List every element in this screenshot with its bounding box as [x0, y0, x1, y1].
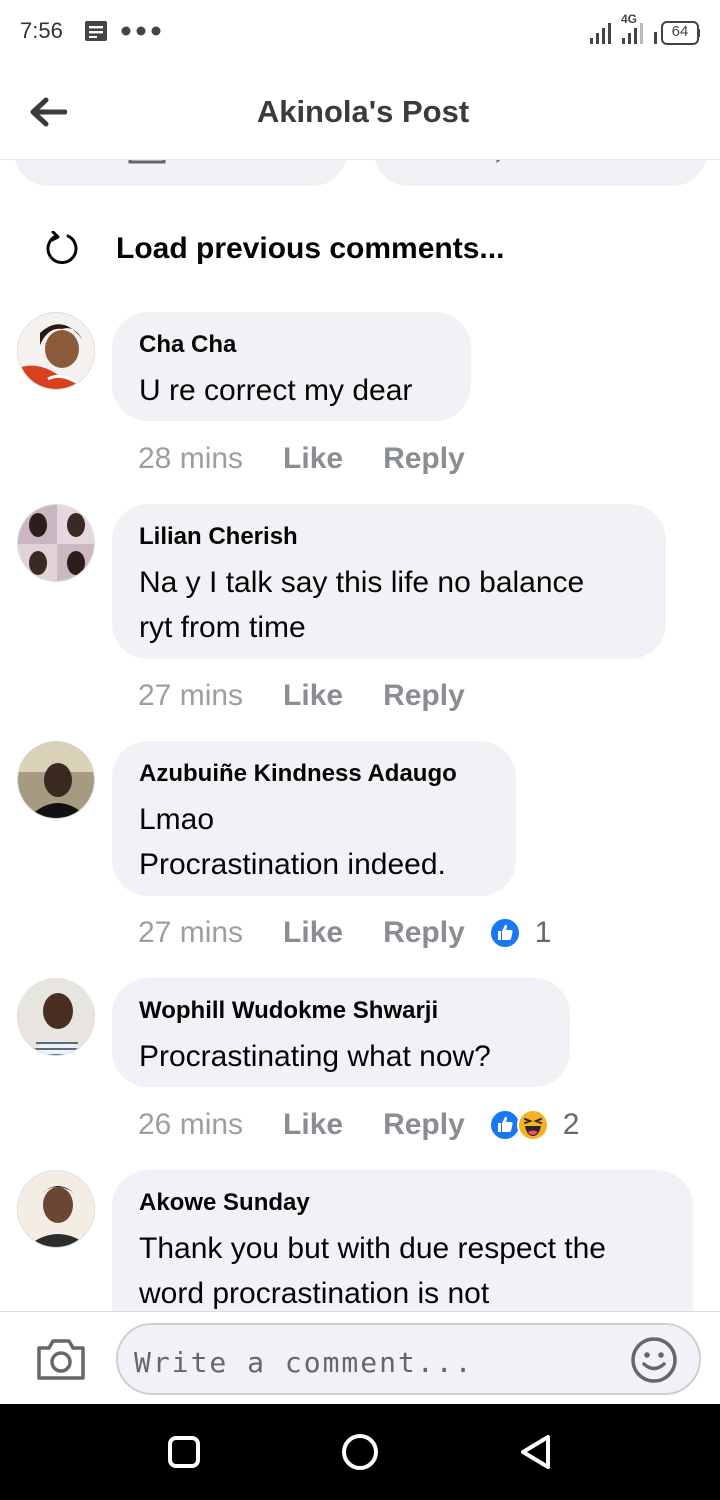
like-button[interactable]: Like: [283, 679, 343, 713]
comment-meta: 26 mins Like Reply 2: [138, 1105, 579, 1145]
comment-time: 27 mins: [138, 916, 244, 949]
recent-apps-icon: [168, 1436, 200, 1468]
emoji-icon: [631, 1337, 677, 1383]
comment-author[interactable]: Cha Cha: [139, 330, 444, 360]
network-type: 4G: [621, 12, 638, 26]
recent-apps-button[interactable]: [164, 1432, 204, 1472]
comment-text: word procrastination is not: [139, 1277, 490, 1310]
reply-button[interactable]: Reply: [383, 679, 465, 713]
reaction-count: 2: [562, 1108, 580, 1141]
camera-icon: [37, 1339, 85, 1380]
load-previous-label: Load previous comments...: [116, 232, 505, 265]
comment-text: Thank you but with due respect the: [139, 1232, 606, 1265]
battery-level: 64: [671, 23, 689, 40]
home-button[interactable]: [340, 1432, 380, 1472]
comment-text: Procrastinating what now?: [139, 1040, 491, 1073]
status-time: 7:56: [20, 18, 63, 43]
comment-bubble[interactable]: Lilian Cherish Na y I talk say this life…: [112, 504, 666, 659]
comment-meta: 27 mins Like Reply 1: [138, 913, 551, 953]
comment-bubble[interactable]: Wophill Wudokme Shwarji Procrastinating …: [112, 978, 570, 1087]
status-indicators: 4G 64: [590, 12, 700, 48]
comment-text: Lmao: [139, 803, 215, 836]
refresh-icon: [46, 231, 78, 265]
comment-meta: 27 mins Like Reply: [138, 676, 465, 716]
comment-bubble[interactable]: Cha Cha U re correct my dear: [112, 312, 471, 421]
comment-author[interactable]: Akowe Sunday: [139, 1188, 666, 1218]
more-dots-icon: [120, 10, 162, 46]
home-icon: [342, 1434, 378, 1470]
reaction-summary[interactable]: 2: [488, 1108, 580, 1142]
comment-text: U re correct my dear: [139, 374, 413, 407]
back-nav-button[interactable]: [516, 1432, 556, 1472]
comment-author[interactable]: Lilian Cherish: [139, 522, 639, 552]
page-title: Akinola's Post: [256, 94, 470, 129]
like-button[interactable]: Like: [283, 916, 343, 950]
avatar[interactable]: [17, 504, 95, 582]
comment-input[interactable]: Write a comment...: [116, 1323, 701, 1395]
avatar[interactable]: [17, 1170, 95, 1248]
system-navigation-bar: [0, 1404, 720, 1500]
comment-text: Procrastination indeed.: [139, 848, 446, 881]
comment-time: 26 mins: [138, 1108, 244, 1141]
comment-input-placeholder: Write a comment...: [134, 1346, 474, 1379]
reply-button[interactable]: Reply: [383, 1108, 465, 1142]
avatar[interactable]: [17, 312, 95, 390]
like-button[interactable]: Like: [283, 442, 343, 476]
like-button[interactable]: Like: [283, 1108, 343, 1142]
avatar[interactable]: [17, 978, 95, 1056]
reaction-summary[interactable]: 1: [488, 916, 552, 950]
emoji-button[interactable]: [629, 1335, 679, 1385]
back-triangle-icon: [521, 1435, 550, 1469]
comment-text: ryt from time: [139, 611, 306, 644]
header: Akinola's Post: [0, 64, 720, 160]
comment-text: Na y I talk say this life no balance: [139, 566, 585, 599]
haha-reaction-icon: [516, 1109, 549, 1141]
comment-bubble[interactable]: Azubuiñe Kindness Adaugo Lmao Procrastin…: [112, 741, 516, 896]
document-icon: [84, 20, 108, 42]
camera-button[interactable]: [35, 1336, 87, 1382]
comment-meta: 28 mins Like Reply: [138, 439, 465, 479]
like-reaction-icon: [488, 917, 521, 949]
reaction-count: 1: [534, 916, 552, 949]
reply-button[interactable]: Reply: [383, 916, 465, 950]
load-previous-comments[interactable]: Load previous comments...: [44, 224, 504, 274]
comment-time: 28 mins: [138, 442, 244, 475]
avatar[interactable]: [17, 741, 95, 819]
comment-composer: Write a comment...: [0, 1311, 720, 1404]
status-bar: 7:56 4G 64: [0, 0, 720, 64]
comment-author[interactable]: Wophill Wudokme Shwarji: [139, 996, 543, 1026]
comment-author[interactable]: Azubuiñe Kindness Adaugo: [139, 759, 489, 789]
comment-time: 27 mins: [138, 679, 244, 712]
reply-button[interactable]: Reply: [383, 442, 465, 476]
